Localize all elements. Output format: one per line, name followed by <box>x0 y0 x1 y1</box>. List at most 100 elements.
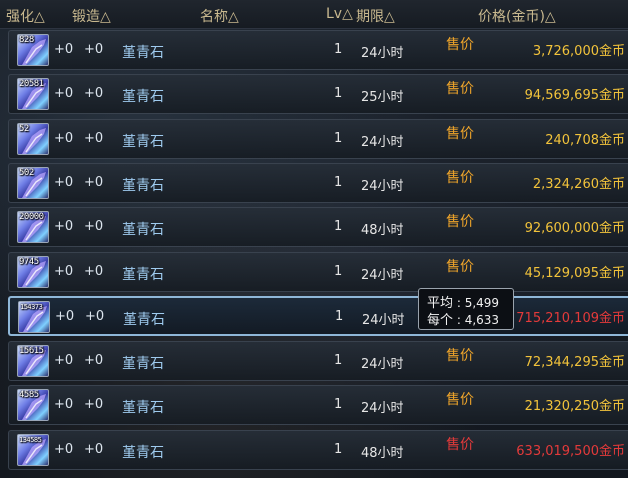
item-price: 715,210,109金币 <box>516 311 625 326</box>
item-name: 堇青石 <box>123 312 165 328</box>
item-level: 1 <box>334 219 343 234</box>
item-name: 堇青石 <box>122 400 164 416</box>
enhance-value: +0 <box>54 175 74 190</box>
header-price[interactable]: 价格(金币)△ <box>478 6 556 26</box>
item-stack-count: 20000 <box>19 212 44 222</box>
item-level: 1 <box>334 86 343 101</box>
item-price: 2,324,260金币 <box>532 177 625 192</box>
item-price: 72,344,295金币 <box>524 355 625 370</box>
enhance-value: +0 <box>55 309 75 324</box>
item-duration: 24小时 <box>362 313 405 328</box>
item-name: 堇青石 <box>122 45 164 61</box>
item-stack-count: 9745 <box>19 257 39 267</box>
item-duration: 24小时 <box>361 401 404 416</box>
sale-label: 售价 <box>446 214 474 230</box>
amethyst-item-icon[interactable]: 9745 <box>17 256 49 288</box>
item-name: 堇青石 <box>122 356 164 372</box>
forge-value: +0 <box>84 219 104 234</box>
auction-row[interactable]: 9745 +0 +0 堇青石 1 24小时 售价 45,129,095金币 <box>8 252 628 292</box>
forge-value: +0 <box>84 175 104 190</box>
sale-label: 售价 <box>446 126 474 142</box>
item-level: 1 <box>334 264 343 279</box>
auction-row[interactable]: 4585 +0 +0 堇青石 1 24小时 售价 21,320,250金币 <box>8 385 628 425</box>
item-duration: 24小时 <box>361 268 404 283</box>
item-name: 堇青石 <box>122 445 164 461</box>
item-stack-count: 4585 <box>19 390 39 400</box>
item-stack-count: 52 <box>19 124 29 134</box>
item-stack-count: 20581 <box>19 79 44 89</box>
amethyst-item-icon[interactable]: 134585 <box>17 434 49 466</box>
header-enhance[interactable]: 强化△ <box>6 6 45 26</box>
item-level: 1 <box>334 353 343 368</box>
sale-label: 售价 <box>446 437 474 453</box>
item-duration: 48小时 <box>361 446 404 461</box>
amethyst-item-icon[interactable]: 4585 <box>17 389 49 421</box>
item-price: 240,708金币 <box>545 133 625 148</box>
auction-row[interactable]: 52 +0 +0 堇青石 1 24小时 售价 240,708金币 <box>8 119 628 159</box>
forge-value: +0 <box>84 353 104 368</box>
amethyst-item-icon[interactable]: 828 <box>17 34 49 66</box>
item-level: 1 <box>334 131 343 146</box>
tooltip-avg-value: : 5,499 <box>456 296 500 310</box>
tooltip-each-value: : 4,633 <box>456 313 500 327</box>
enhance-value: +0 <box>54 86 74 101</box>
item-stack-count: 134585 <box>19 436 42 444</box>
auction-row[interactable]: 134585 +0 +0 堇青石 1 48小时 售价 633,019,500金币 <box>8 430 628 470</box>
amethyst-item-icon[interactable]: 52 <box>17 123 49 155</box>
item-name: 堇青石 <box>122 178 164 194</box>
header-name[interactable]: 名称△ <box>200 6 239 26</box>
item-price: 45,129,095金币 <box>524 266 625 281</box>
auction-row[interactable]: 20581 +0 +0 堇青石 1 25小时 售价 94,569,695金币 <box>8 74 628 114</box>
item-name: 堇青石 <box>122 222 164 238</box>
enhance-value: +0 <box>54 131 74 146</box>
sale-label: 售价 <box>446 348 474 364</box>
item-duration: 24小时 <box>361 357 404 372</box>
item-stack-count: 15615 <box>19 346 44 356</box>
enhance-value: +0 <box>54 42 74 57</box>
sale-label: 售价 <box>446 37 474 53</box>
amethyst-item-icon[interactable]: 154373 <box>18 301 50 333</box>
item-duration: 24小时 <box>361 135 404 150</box>
auction-row[interactable]: 154373 +0 +0 堇青石 1 24小时 715,210,109金币 <box>8 296 628 336</box>
enhance-value: +0 <box>54 442 74 457</box>
sale-label: 售价 <box>446 81 474 97</box>
forge-value: +0 <box>85 309 105 324</box>
item-price: 92,600,000金币 <box>524 221 625 236</box>
header-duration[interactable]: 期限△ <box>356 6 395 26</box>
price-tooltip: 平均 : 5,499 每个 : 4,633 <box>418 288 514 330</box>
auction-row[interactable]: 20000 +0 +0 堇青石 1 48小时 售价 92,600,000金币 <box>8 207 628 247</box>
sale-label: 售价 <box>446 259 474 275</box>
item-name: 堇青石 <box>122 89 164 105</box>
item-name: 堇青石 <box>122 267 164 283</box>
forge-value: +0 <box>84 264 104 279</box>
item-stack-count: 154373 <box>20 303 43 311</box>
item-price: 94,569,695金币 <box>524 88 625 103</box>
forge-value: +0 <box>84 442 104 457</box>
header-level[interactable]: Lv△ <box>326 6 353 22</box>
item-price: 21,320,250金币 <box>524 399 625 414</box>
item-duration: 48小时 <box>361 223 404 238</box>
item-duration: 24小时 <box>361 179 404 194</box>
item-level: 1 <box>334 175 343 190</box>
forge-value: +0 <box>84 86 104 101</box>
item-name: 堇青石 <box>122 134 164 150</box>
enhance-value: +0 <box>54 353 74 368</box>
amethyst-item-icon[interactable]: 20000 <box>17 211 49 243</box>
item-stack-count: 502 <box>19 168 34 178</box>
amethyst-item-icon[interactable]: 20581 <box>17 78 49 110</box>
enhance-value: +0 <box>54 397 74 412</box>
item-duration: 25小时 <box>361 90 404 105</box>
item-level: 1 <box>335 309 344 324</box>
auction-row[interactable]: 502 +0 +0 堇青石 1 24小时 售价 2,324,260金币 <box>8 163 628 203</box>
amethyst-item-icon[interactable]: 502 <box>17 167 49 199</box>
column-header-bar: 强化△ 锻造△ 名称△ Lv△ 期限△ 价格(金币)△ <box>0 0 628 29</box>
sale-label: 售价 <box>446 392 474 408</box>
item-level: 1 <box>334 397 343 412</box>
sale-label: 售价 <box>446 170 474 186</box>
item-duration: 24小时 <box>361 46 404 61</box>
forge-value: +0 <box>84 397 104 412</box>
auction-row[interactable]: 15615 +0 +0 堇青石 1 24小时 售价 72,344,295金币 <box>8 341 628 381</box>
auction-row[interactable]: 828 +0 +0 堇青石 1 24小时 售价 3,726,000金币 <box>8 30 628 70</box>
header-forge[interactable]: 锻造△ <box>72 6 111 26</box>
amethyst-item-icon[interactable]: 15615 <box>17 345 49 377</box>
